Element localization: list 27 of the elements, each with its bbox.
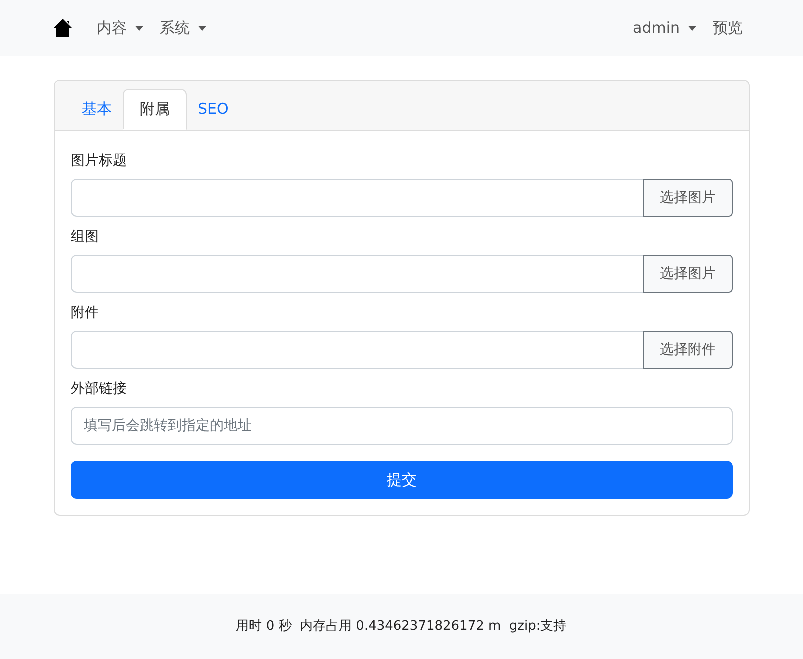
field-label: 组图 [71,228,100,247]
field-label: 图片标题 [71,152,128,171]
dropdown-menu-link[interactable]: admin [633,16,697,40]
input-field[interactable] [71,331,644,369]
tab[interactable]: SEO [188,89,239,130]
field-label: 附件 [71,304,100,323]
home-icon[interactable] [53,18,73,38]
input-field[interactable] [71,255,644,293]
caret-icon [135,26,144,30]
tab[interactable]: 附属 [123,89,187,130]
field-label: 外部链接 [71,380,128,399]
select-button[interactable]: 选择附件 [643,331,733,369]
link-label: 内容 [97,18,127,39]
dropdown-menu-link[interactable]: 系统 [160,16,207,40]
input-field[interactable] [71,179,644,217]
caret-icon [198,26,207,30]
link-label: admin [633,18,680,39]
nav-link[interactable]: 预览 [713,16,743,40]
submit-button[interactable]: 提交 [71,461,733,499]
select-button[interactable]: 选择图片 [643,179,733,217]
link-label: 系统 [160,18,190,39]
dropdown-menu-link[interactable]: 内容 [97,16,144,40]
select-button[interactable]: 选择图片 [643,255,733,293]
tab[interactable]: 基本 [72,89,122,130]
caret-icon [688,26,697,30]
footer-text: 用时 0 秒 内存占用 0.43462371826172 m gzip:支持 [236,618,567,636]
input-field[interactable]: 填写后会跳转到指定的地址 [71,407,733,445]
